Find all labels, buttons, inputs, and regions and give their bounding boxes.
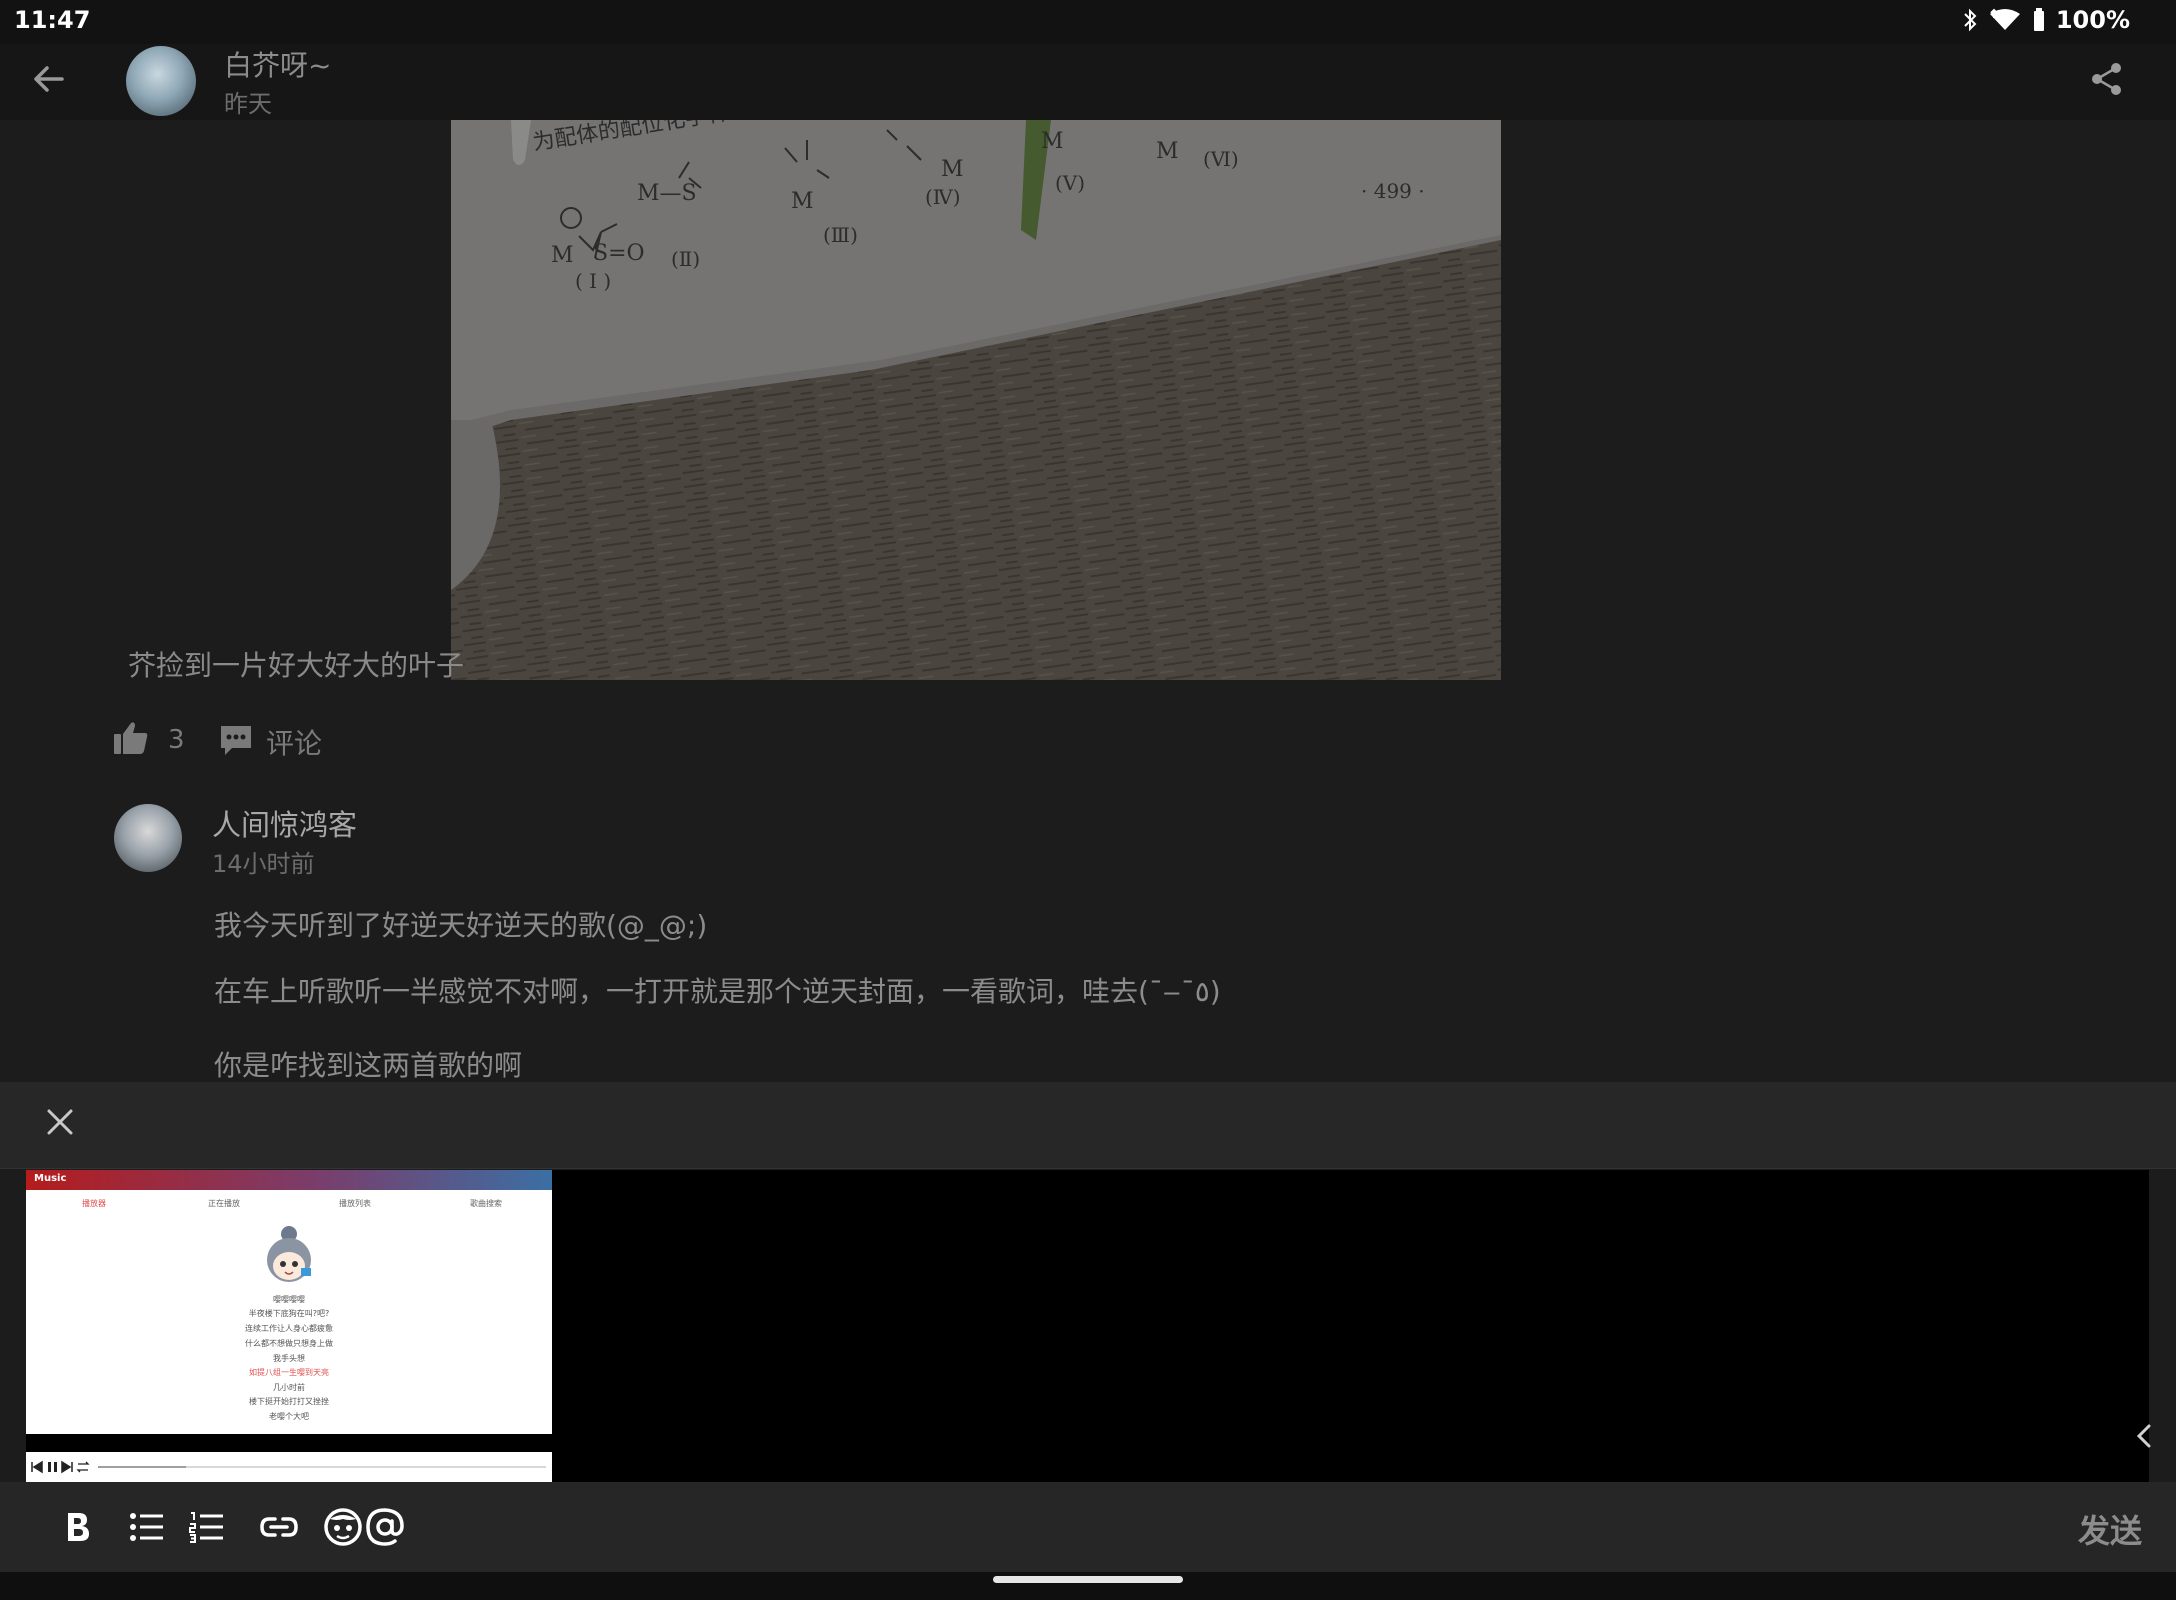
- battery-percent: 100%: [2055, 6, 2130, 34]
- book-text-s-o: S=O: [593, 241, 645, 266]
- lyric-line: 半夜楼下底狗在叫?吧?: [248, 1309, 330, 1318]
- book-text-m4: M: [1041, 129, 1064, 154]
- lyric-line: 嘤嘤嘤嘤: [273, 1295, 305, 1304]
- book-text-label-4: (Ⅳ): [925, 185, 961, 209]
- book-text-label-3: (Ⅲ): [823, 223, 858, 247]
- lyric-line: 老嘤个大吧: [269, 1412, 309, 1421]
- comment-button[interactable]: 评论: [218, 722, 322, 762]
- gesture-handle[interactable]: [993, 1576, 1183, 1583]
- back-button[interactable]: [24, 56, 74, 106]
- send-button[interactable]: 发送: [2078, 1506, 2142, 1552]
- numbered-list-icon: [189, 1511, 225, 1547]
- bullet-list-button[interactable]: [122, 1504, 172, 1554]
- music-tab-player: 播放器: [82, 1199, 106, 1208]
- book-page-number: · 499 ·: [1361, 179, 1425, 203]
- status-time: 11:47: [14, 6, 91, 34]
- comment-line-2: 在车上听歌听一半感觉不对啊，一打开就是那个逆天封面，一看歌词，哇去(¯‒¯٥): [214, 975, 1221, 1008]
- commenter-avatar[interactable]: [114, 804, 182, 872]
- comment-line-3: 你是咋找到这两首歌的啊: [214, 1049, 523, 1082]
- collapse-attachments-button[interactable]: [2126, 1420, 2162, 1456]
- post-author-name[interactable]: 白芥呀~: [224, 44, 331, 84]
- lyric-line-active: 如提八组一生嘤到天亮: [249, 1368, 329, 1377]
- bold-button[interactable]: [52, 1504, 102, 1554]
- status-bar: [0, 0, 2176, 44]
- lyric-line: 我手头想: [273, 1354, 305, 1363]
- status-icons: 100%: [1962, 6, 2130, 34]
- close-reply-button[interactable]: [36, 1100, 84, 1148]
- comment-time: 14小时前: [212, 850, 315, 878]
- attachment-thumbnail[interactable]: Music 播放器 正在播放 播放列表 歌曲搜索 嘤嘤嘤嘤 半夜楼下底狗在叫?吧…: [26, 1170, 552, 1482]
- music-app-header: Music: [26, 1170, 552, 1190]
- link-button[interactable]: [254, 1504, 304, 1554]
- lyric-line: 楼下挺开始打打又挫挫: [249, 1397, 329, 1406]
- comment-line-1: 我今天听到了好逆天好逆天的歌(@_@;): [214, 909, 708, 942]
- book-text-label-2: (Ⅱ): [671, 247, 700, 271]
- music-tab-now-playing: 正在播放: [208, 1199, 240, 1208]
- link-icon: [260, 1515, 298, 1543]
- author-avatar[interactable]: [126, 46, 196, 116]
- lyric-line: 几小时前: [273, 1383, 305, 1392]
- bluetooth-icon: [1962, 8, 1978, 32]
- like-button[interactable]: 3: [112, 720, 185, 760]
- share-button[interactable]: [2082, 56, 2132, 106]
- lyric-line: 什么都不想做只想身上做: [245, 1339, 333, 1348]
- bullet-list-icon: [129, 1511, 165, 1547]
- at-mention-icon: [365, 1507, 405, 1551]
- post-photo[interactable]: 为配体的配位化学种 S=O M ( I ) M—S (Ⅱ) M (Ⅲ) M (Ⅳ…: [451, 120, 1501, 680]
- music-tab-search: 歌曲搜索: [470, 1199, 502, 1208]
- arrow-left-icon: [32, 62, 66, 100]
- music-cover-art: [259, 1222, 319, 1292]
- close-icon: [46, 1108, 74, 1140]
- book-text-label-1: ( I ): [575, 269, 611, 293]
- bold-icon: [62, 1510, 92, 1548]
- post-caption: 芥捡到一片好大好大的叶子: [128, 649, 465, 682]
- battery-icon: [2032, 8, 2046, 32]
- book-text-label-5: (Ⅴ): [1055, 171, 1085, 195]
- mention-button[interactable]: [360, 1504, 410, 1554]
- music-controls: [26, 1452, 552, 1482]
- book-text-m5: M: [1156, 139, 1179, 164]
- book-text-m-s: M—S: [637, 181, 697, 206]
- chevron-left-icon: [2134, 1422, 2154, 1454]
- lyric-line: 连续工作让人身心都疲惫: [245, 1324, 333, 1333]
- comment-icon: [218, 723, 254, 761]
- music-app-title: Music: [34, 1173, 67, 1184]
- post-time: 昨天: [224, 90, 272, 118]
- book-text-m3: M: [941, 157, 964, 182]
- book-text-m1: M: [551, 243, 574, 268]
- reply-panel-header: [0, 1082, 2176, 1169]
- numbered-list-button[interactable]: [182, 1504, 232, 1554]
- music-tab-playlist: 播放列表: [339, 1199, 371, 1208]
- commenter-name[interactable]: 人间惊鸿客: [212, 802, 357, 844]
- thumb-up-icon: [112, 720, 150, 760]
- wifi-icon: [1988, 8, 2022, 32]
- emoji-icon: [323, 1507, 363, 1551]
- book-text-m2: M: [791, 189, 814, 214]
- book-text-label-6: (Ⅵ): [1203, 147, 1239, 171]
- share-icon: [2089, 61, 2125, 101]
- comment-label: 评论: [266, 727, 323, 760]
- like-count: 3: [168, 725, 185, 755]
